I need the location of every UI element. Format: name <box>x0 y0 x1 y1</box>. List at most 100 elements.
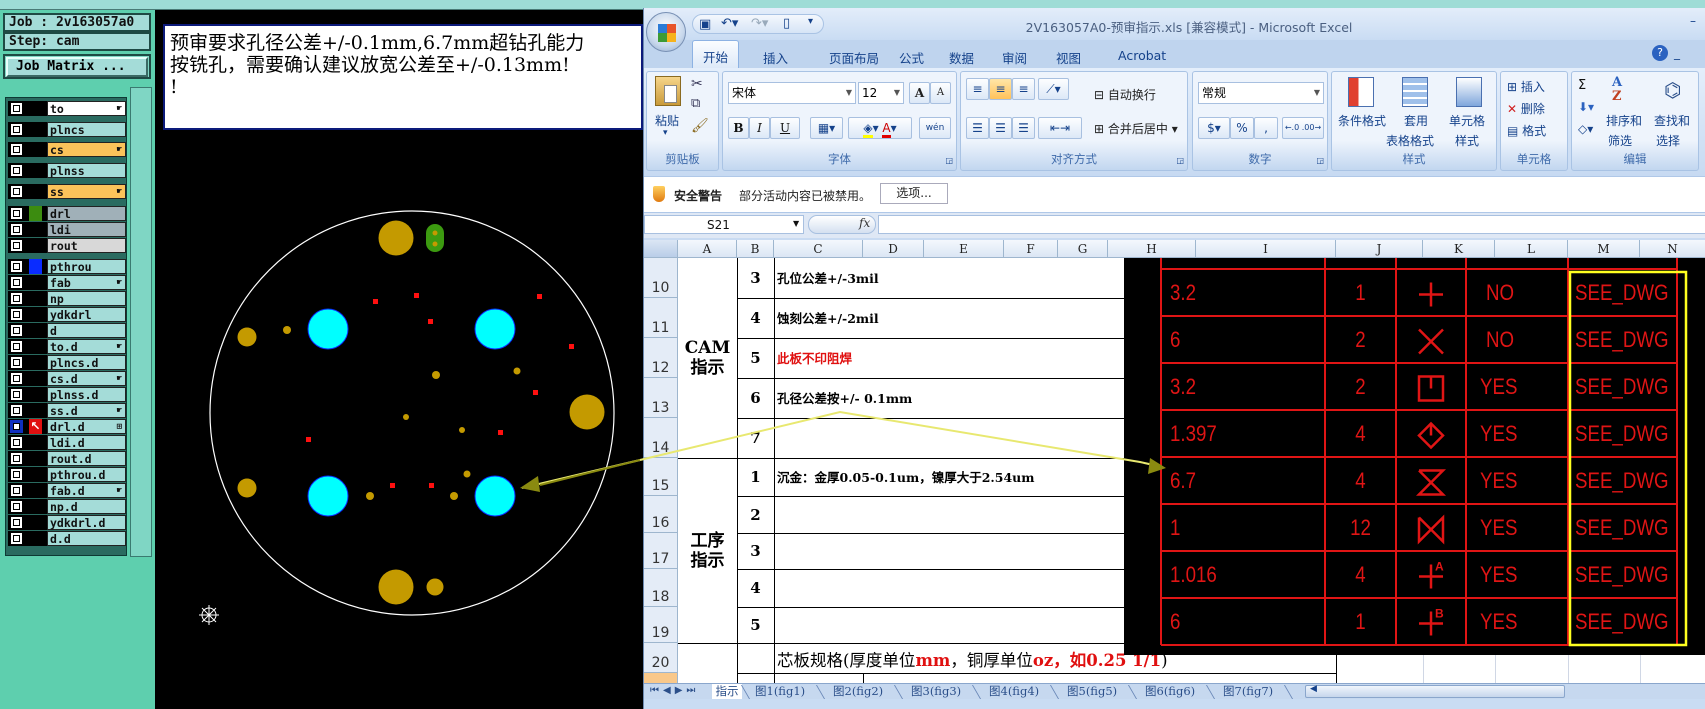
cut-icon[interactable]: ✂ <box>691 76 703 92</box>
align-middle-button[interactable]: ≡ <box>989 78 1012 100</box>
formula-input[interactable] <box>878 215 1705 234</box>
row-header[interactable]: 11 <box>644 298 678 338</box>
merge-center-button[interactable]: ⊞ 合并后居中 ▾ <box>1094 120 1178 137</box>
find-select-label-1[interactable]: 查找和 <box>1654 112 1690 129</box>
italic-button[interactable]: I <box>749 117 770 139</box>
wrap-text-button[interactable]: ⊟ 自动换行 <box>1094 86 1156 103</box>
ribbon-tab[interactable]: 开始 <box>692 40 740 68</box>
fill-color-button[interactable]: ◈▾ A▾ <box>848 117 912 139</box>
copy-icon[interactable]: ⧉ <box>691 96 700 111</box>
sheet-tab[interactable]: 图7(fig7) <box>1223 684 1285 699</box>
number-dialog-launcher-icon[interactable]: ◲ <box>1316 156 1324 165</box>
format-painter-icon[interactable]: 🖌 <box>691 118 709 134</box>
ribbon-tab[interactable]: 视图 <box>1056 48 1081 67</box>
format-as-table-button[interactable]: 表格格式 <box>1386 132 1434 149</box>
find-select-button[interactable]: 选择 <box>1656 132 1680 149</box>
row-header[interactable]: 18 <box>644 569 678 607</box>
undo-icon[interactable]: ↶▾ <box>721 16 738 31</box>
borders-button[interactable]: ▦▾ <box>810 117 843 139</box>
paste-icon[interactable] <box>655 76 681 106</box>
currency-button[interactable]: $▾ <box>1198 117 1230 139</box>
sheet-tab[interactable]: 指示 <box>712 684 742 699</box>
row-header[interactable]: 14 <box>644 418 678 458</box>
font-name-select[interactable]: 宋体 ▼ <box>728 82 856 104</box>
column-header[interactable]: C <box>774 240 863 258</box>
indent-buttons[interactable]: ⇤⇥ <box>1038 117 1082 139</box>
name-box-dropdown-icon[interactable]: ▼ <box>793 219 799 228</box>
sheet-tab[interactable]: 图1(fig1) <box>755 684 817 699</box>
row-header[interactable] <box>644 673 678 683</box>
instruction-cell[interactable]: 孔位公差+/-3mil <box>777 268 879 287</box>
shrink-font-button[interactable]: A <box>930 82 951 104</box>
row-header[interactable]: 19 <box>644 607 678 643</box>
core-spec-cell[interactable]: 芯板规格(厚度单位mm，铜厚单位oz，如0.25 1/1) <box>777 647 1168 671</box>
sort-filter-icon[interactable]: AZ <box>1612 76 1638 106</box>
horizontal-scrollbar[interactable]: ◀ <box>1305 684 1565 698</box>
align-right-button[interactable]: ☰ <box>1012 117 1035 139</box>
format-as-table-label-1[interactable]: 套用 <box>1404 112 1428 129</box>
ribbon-minimize-button[interactable]: _ <box>1674 46 1680 60</box>
autosum-button[interactable]: Σ <box>1578 78 1586 93</box>
format-cells-button[interactable]: ▤ 格式 <box>1507 122 1546 139</box>
worksheet-grid[interactable]: A B C D E F G H I J K L M N 10 3 孔位公差+/-3mil 11 4 蚀刻公差+/-2m… <box>644 240 1705 683</box>
security-options-button[interactable]: 选项... <box>880 183 948 204</box>
bold-button[interactable]: B <box>728 117 749 139</box>
alignment-dialog-launcher-icon[interactable]: ◲ <box>1176 156 1184 165</box>
column-header[interactable]: A <box>678 240 737 258</box>
cell-styles-label-1[interactable]: 单元格 <box>1449 112 1485 129</box>
insert-function-icon[interactable]: fx <box>859 216 870 230</box>
column-header[interactable]: N <box>1640 240 1705 258</box>
row-header[interactable]: 13 <box>644 378 678 418</box>
paste-dropdown-icon[interactable]: ▾ <box>663 128 668 138</box>
align-left-button[interactable]: ☰ <box>966 117 989 139</box>
conditional-formatting-button[interactable]: 条件格式 <box>1338 112 1386 129</box>
font-size-select[interactable]: 12 ▼ <box>858 82 904 104</box>
ribbon-tab[interactable]: 公式 <box>899 48 924 67</box>
cell-styles-button[interactable]: 样式 <box>1455 132 1479 149</box>
align-top-button[interactable]: ≡ <box>966 78 989 100</box>
column-header[interactable]: E <box>924 240 1004 258</box>
column-header[interactable]: I <box>1196 240 1336 258</box>
instruction-cell[interactable]: 此板不印阻焊 <box>777 348 852 367</box>
row-header[interactable]: 17 <box>644 533 678 569</box>
column-header[interactable]: B <box>737 240 774 258</box>
sheet-navigation-icons[interactable]: ⏮◀▶⏭ <box>650 685 699 696</box>
column-header[interactable]: M <box>1568 240 1640 258</box>
redo-icon[interactable]: ↷▾ <box>751 16 768 31</box>
percent-button[interactable]: % <box>1230 117 1254 139</box>
column-header[interactable]: G <box>1058 240 1108 258</box>
align-bottom-button[interactable]: ≡ <box>1012 78 1035 100</box>
sheet-tab[interactable]: 图6(fig6) <box>1145 684 1207 699</box>
customize-toolbar-icon[interactable]: ▾ <box>808 16 813 27</box>
cell-styles-icon[interactable] <box>1456 77 1482 107</box>
sheet-tab[interactable]: 图2(fig2) <box>833 684 895 699</box>
column-header[interactable]: L <box>1495 240 1568 258</box>
decimal-buttons[interactable]: ←.0 .00→ <box>1282 117 1324 139</box>
scroll-left-icon[interactable]: ◀ <box>1310 684 1317 694</box>
conditional-formatting-icon[interactable] <box>1348 77 1374 107</box>
instruction-cell[interactable]: 沉金：金厚0.05-0.1um，镍厚大于2.54um <box>777 467 1034 486</box>
ribbon-tab[interactable]: 审阅 <box>1002 48 1027 67</box>
fill-button[interactable]: ⬇▾ <box>1578 100 1594 114</box>
new-document-icon[interactable]: ▯ <box>783 16 790 31</box>
delete-cells-button[interactable]: ✕ 删除 <box>1507 100 1545 117</box>
row-header[interactable]: 20 <box>644 643 678 673</box>
row-header[interactable]: 16 <box>644 496 678 533</box>
align-center-button[interactable]: ☰ <box>989 117 1012 139</box>
column-header[interactable]: H <box>1108 240 1196 258</box>
sheet-tab[interactable]: 图4(fig4) <box>989 684 1051 699</box>
row-header[interactable]: 15 <box>644 458 678 496</box>
select-all-button[interactable] <box>644 240 678 258</box>
office-button[interactable] <box>646 12 686 52</box>
sort-filter-label-1[interactable]: 排序和 <box>1606 112 1642 129</box>
underline-button[interactable]: U <box>770 117 800 139</box>
grow-font-button[interactable]: A <box>909 82 930 104</box>
binoculars-icon[interactable]: ⌬ <box>1664 78 1681 102</box>
row-header[interactable]: 10 <box>644 258 678 298</box>
column-header[interactable]: D <box>863 240 924 258</box>
sheet-tab[interactable]: 图3(fig3) <box>911 684 973 699</box>
column-header[interactable]: F <box>1004 240 1058 258</box>
help-icon[interactable]: ? <box>1652 45 1668 61</box>
sheet-tab[interactable]: 图5(fig5) <box>1067 684 1129 699</box>
clear-button[interactable]: ◇▾ <box>1578 122 1593 136</box>
